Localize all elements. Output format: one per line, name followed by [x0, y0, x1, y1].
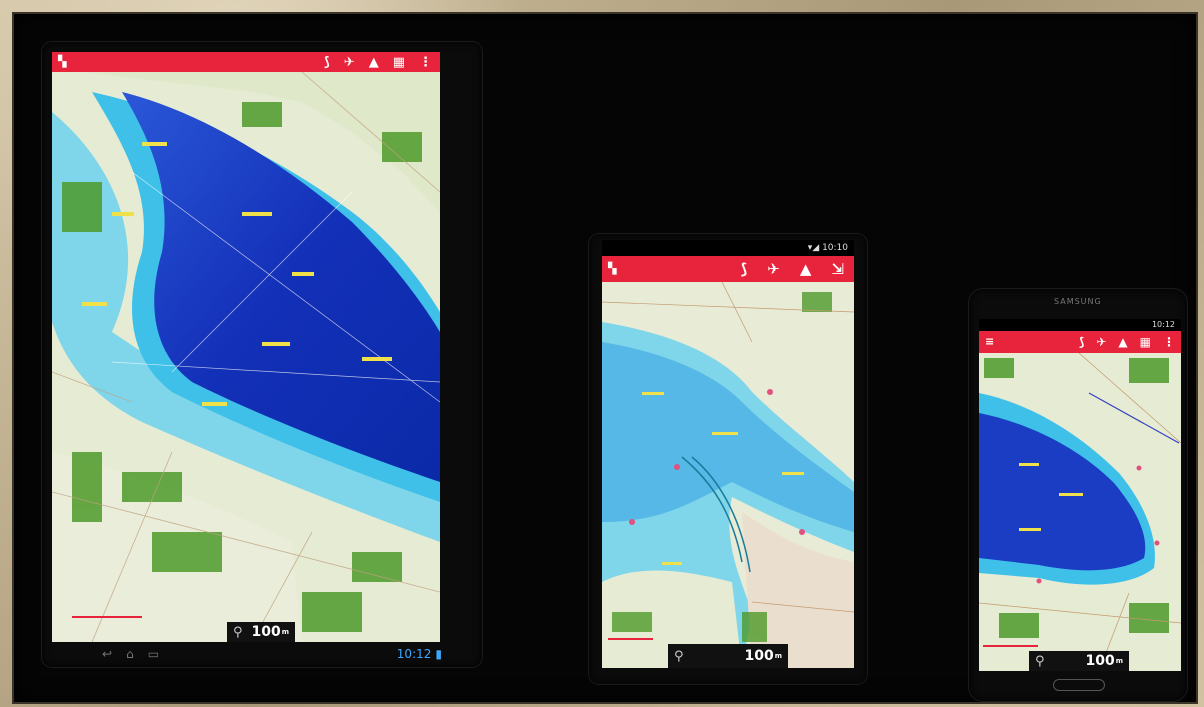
phone-small-status-time: 10:12 — [1151, 320, 1175, 329]
zoom-control[interactable]: ⚲ 100 m — [668, 644, 788, 668]
map-scale-bar — [983, 645, 1038, 647]
tablet-map-graphic — [52, 72, 440, 642]
tablet-map[interactable] — [52, 72, 440, 642]
app-logo-icon: ▚ — [58, 55, 67, 68]
export-icon[interactable]: ⇲ — [831, 260, 844, 278]
phone-small-status-bar: 10:12 — [979, 319, 1181, 331]
phone-mid-status-time: 10:10 — [822, 243, 848, 253]
phone-mid-app-bar: ▚ ⟆ ✈ ▲ ⇲ — [602, 256, 854, 282]
recents-icon[interactable]: ▭ — [148, 647, 159, 661]
search-icon[interactable]: ⚲ — [1035, 654, 1045, 669]
zoom-value: 100 — [1085, 653, 1115, 669]
tablet-app-bar: ▚ ⟆ ✈ ▲ ▦ ⋮ — [52, 52, 440, 72]
pin-icon[interactable]: ✈ — [1096, 335, 1106, 349]
search-icon[interactable]: ⚲ — [233, 625, 243, 640]
tablet-clock: 10:12 — [396, 647, 432, 661]
tablet-system-bar: ↩ ⌂ ▭ 10:12 ▮ — [102, 646, 442, 662]
phone-small-map[interactable] — [979, 353, 1181, 671]
road-icon[interactable]: ▲ — [369, 55, 379, 70]
road-icon[interactable]: ▲ — [1118, 335, 1127, 349]
home-icon[interactable]: ⌂ — [126, 647, 134, 661]
phone-brand: SAMSUNG — [1054, 297, 1102, 306]
tablet-device: ▚ ⟆ ✈ ▲ ▦ ⋮ ⚲ 100 m ↩ ⌂ ▭ 10:12 ▮ — [42, 42, 482, 667]
battery-icon: ▮ — [435, 647, 442, 661]
zoom-unit: m — [774, 652, 782, 660]
phone-small-screen: 10:12 ≡ ⟆ ✈ ▲ ▦ ⋮ ⚲ 100 m — [979, 319, 1181, 671]
map-scale-bar — [72, 616, 142, 618]
phone-small-device: SAMSUNG 10:12 ≡ ⟆ ✈ ▲ ▦ ⋮ ⚲ 100 m — [969, 289, 1187, 701]
hamburger-menu-icon[interactable]: ≡ — [985, 335, 997, 348]
map-scale-bar — [608, 638, 653, 640]
phone-mid-device: ▾◢ 10:10 ▚ ⟆ ✈ ▲ ⇲ ⚲ 100 m — [589, 234, 867, 684]
zoom-control[interactable]: ⚲ 100 m — [1029, 651, 1129, 671]
route-icon[interactable]: ⟆ — [324, 55, 330, 70]
pin-icon[interactable]: ✈ — [767, 260, 780, 278]
layers-icon[interactable]: ▦ — [1140, 335, 1151, 349]
phone-mid-map[interactable] — [602, 282, 854, 668]
phone-small-app-bar: ≡ ⟆ ✈ ▲ ▦ ⋮ — [979, 331, 1181, 353]
route-icon[interactable]: ⟆ — [1079, 335, 1084, 349]
photo: ▚ ⟆ ✈ ▲ ▦ ⋮ ⚲ 100 m ↩ ⌂ ▭ 10:12 ▮ ▾◢ 10:… — [12, 12, 1198, 704]
road-icon[interactable]: ▲ — [800, 260, 812, 278]
app-logo-icon: ▚ — [608, 262, 617, 275]
zoom-unit: m — [1115, 657, 1123, 665]
layers-icon[interactable]: ▦ — [393, 55, 405, 70]
search-icon[interactable]: ⚲ — [674, 649, 684, 664]
phone-small-map-graphic — [979, 353, 1181, 671]
back-icon[interactable]: ↩ — [102, 647, 112, 661]
home-button[interactable] — [1053, 679, 1105, 691]
signal-icon: ▾◢ — [807, 243, 823, 253]
phone-mid-map-graphic — [602, 282, 854, 668]
pin-icon[interactable]: ✈ — [344, 55, 355, 70]
zoom-unit: m — [281, 628, 289, 636]
route-icon[interactable]: ⟆ — [740, 260, 747, 278]
menu-dots-icon[interactable]: ⋮ — [1163, 335, 1175, 349]
menu-dots-icon[interactable]: ⋮ — [419, 55, 432, 70]
phone-mid-screen: ▾◢ 10:10 ▚ ⟆ ✈ ▲ ⇲ ⚲ 100 m — [602, 240, 854, 668]
tablet-screen: ▚ ⟆ ✈ ▲ ▦ ⋮ ⚲ 100 m — [52, 52, 440, 642]
zoom-value: 100 — [251, 624, 281, 640]
zoom-value: 100 — [744, 648, 774, 664]
zoom-control[interactable]: ⚲ 100 m — [227, 622, 295, 642]
phone-mid-status-bar: ▾◢ 10:10 — [602, 240, 854, 256]
